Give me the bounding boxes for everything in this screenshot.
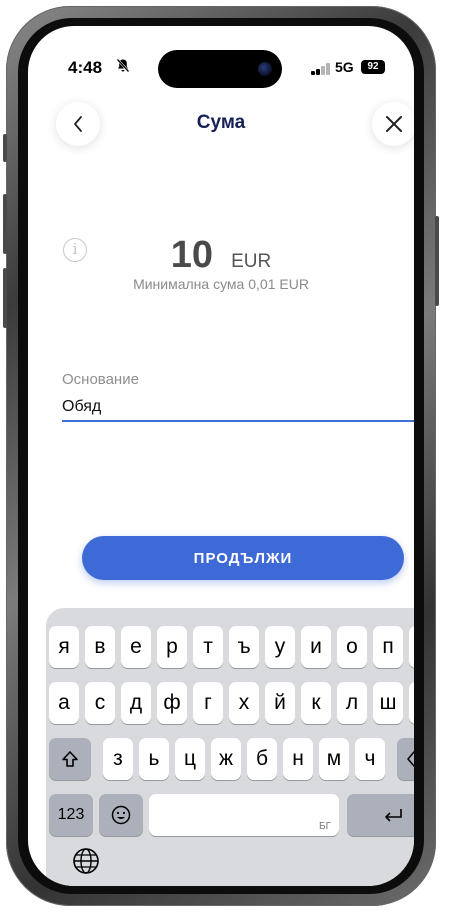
- camera-icon: [258, 62, 272, 76]
- key-es[interactable]: с: [85, 682, 115, 724]
- close-button[interactable]: [372, 102, 414, 146]
- key-ya[interactable]: я: [49, 626, 79, 668]
- bell-slash-icon: [116, 58, 130, 76]
- emoji-key[interactable]: [99, 794, 143, 836]
- backspace-key[interactable]: [397, 738, 414, 780]
- globe-icon: [73, 848, 99, 874]
- key-er-golyam[interactable]: ъ: [229, 626, 259, 668]
- emoji-icon: [111, 805, 131, 825]
- signal-icon: [311, 63, 331, 75]
- minimum-amount-note: Минимална сума 0,01 EUR: [133, 276, 309, 292]
- status-time: 4:48: [68, 58, 103, 77]
- key-ka[interactable]: к: [301, 682, 331, 724]
- key-zhe[interactable]: ж: [211, 738, 241, 780]
- key-ef[interactable]: ф: [157, 682, 187, 724]
- key-pe[interactable]: п: [373, 626, 403, 668]
- key-che[interactable]: ч: [355, 738, 385, 780]
- numbers-key[interactable]: 123: [49, 794, 93, 836]
- mute-switch: [3, 134, 7, 162]
- key-sha[interactable]: ш: [373, 682, 403, 724]
- status-bar: 4:48 5G 92: [28, 26, 414, 88]
- key-be[interactable]: б: [247, 738, 277, 780]
- shift-key[interactable]: [49, 738, 91, 780]
- key-i[interactable]: и: [301, 626, 331, 668]
- phone-frame: 4:48 5G 92 Сума i 10 EUR Минимална сума …: [3, 6, 439, 906]
- dynamic-island: [158, 50, 282, 88]
- volume-down-button: [3, 268, 7, 328]
- close-icon: [386, 116, 402, 132]
- continue-button[interactable]: ПРОДЪЛЖИ: [82, 536, 404, 580]
- power-button: [435, 216, 439, 306]
- reason-label: Основание: [62, 371, 139, 388]
- bezel: 4:48 5G 92 Сума i 10 EUR Минимална сума …: [18, 18, 424, 894]
- key-el[interactable]: л: [337, 682, 367, 724]
- screen: 4:48 5G 92 Сума i 10 EUR Минимална сума …: [28, 26, 414, 886]
- key-ge[interactable]: г: [193, 682, 223, 724]
- shift-icon: [62, 751, 78, 767]
- key-ha[interactable]: х: [229, 682, 259, 724]
- amount-value: 10: [170, 234, 214, 276]
- key-te[interactable]: т: [193, 626, 223, 668]
- key-ve[interactable]: в: [85, 626, 115, 668]
- reason-input[interactable]: [62, 394, 414, 422]
- battery-icon: 92: [361, 60, 385, 74]
- key-er[interactable]: р: [157, 626, 187, 668]
- page-title: Сума: [196, 112, 246, 133]
- key-tse[interactable]: ц: [175, 738, 205, 780]
- key-em[interactable]: м: [319, 738, 349, 780]
- space-key[interactable]: БГ: [149, 794, 339, 836]
- globe-key[interactable]: [71, 846, 101, 876]
- key-a[interactable]: а: [49, 682, 79, 724]
- amount-display[interactable]: 10 EUR: [28, 234, 414, 277]
- key-o[interactable]: о: [337, 626, 367, 668]
- backspace-icon: [407, 751, 414, 767]
- key-er-malak[interactable]: ь: [139, 738, 169, 780]
- key-de[interactable]: д: [121, 682, 151, 724]
- network-type: 5G: [335, 59, 354, 75]
- keyboard-language: БГ: [319, 821, 331, 832]
- return-key[interactable]: [347, 794, 414, 836]
- key-ye[interactable]: е: [121, 626, 151, 668]
- amount-currency: EUR: [231, 251, 272, 272]
- key-en[interactable]: н: [283, 738, 313, 780]
- key-i-kratko[interactable]: й: [265, 682, 295, 724]
- key-ze[interactable]: з: [103, 738, 133, 780]
- volume-up-button: [3, 194, 7, 254]
- return-icon: [385, 809, 402, 822]
- key-u[interactable]: у: [265, 626, 295, 668]
- key-yu[interactable]: ю: [409, 626, 414, 668]
- key-shta[interactable]: щ: [409, 682, 414, 724]
- keyboard: я в е р т ъ у и о п ю а с д ф г х й к л: [46, 608, 414, 886]
